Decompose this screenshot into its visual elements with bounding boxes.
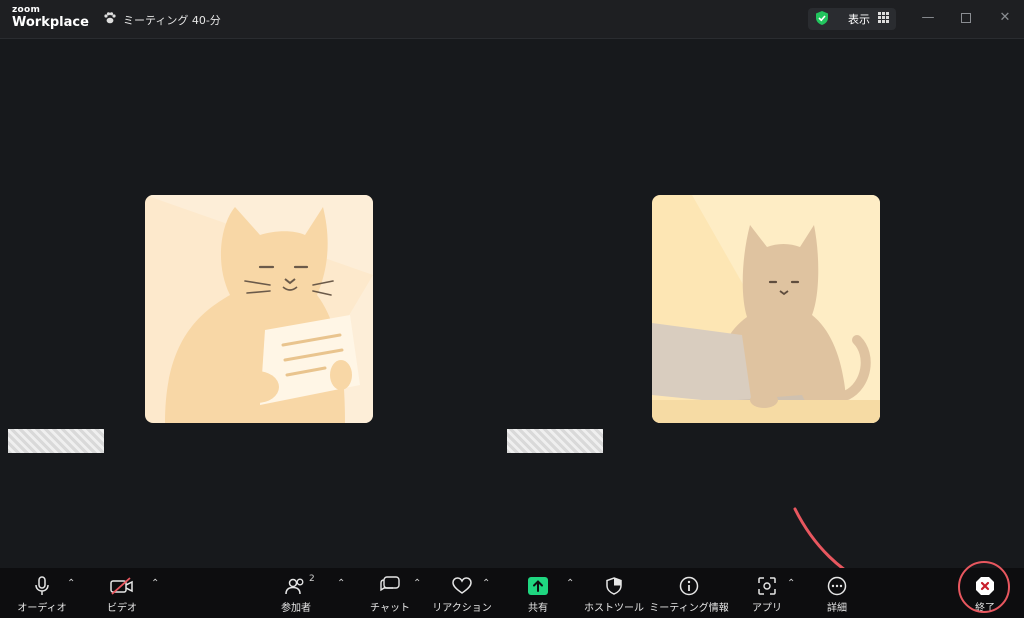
apps-icon (757, 574, 777, 597)
host-tools-label: ホストツール (584, 603, 644, 614)
meeting-title-text: ミーティング 40-分 (123, 13, 221, 27)
meeting-info-button[interactable]: ミーティング情報 (649, 574, 729, 614)
info-icon (679, 574, 699, 597)
microphone-icon (34, 574, 50, 597)
video-button[interactable]: ビデオ (102, 574, 142, 614)
cat-avatar-2 (652, 195, 880, 423)
audio-label: オーディオ (17, 603, 67, 614)
apps-button[interactable]: アプリ (752, 574, 782, 614)
cat-avatar-1 (145, 195, 373, 423)
chat-button[interactable]: チャット (370, 574, 410, 614)
more-label: 詳細 (827, 603, 847, 614)
participant-name-2 (507, 429, 603, 453)
meeting-title: ミーティング 40-分 (103, 11, 221, 28)
chat-options-caret[interactable]: ⌃ (413, 578, 421, 589)
more-icon (827, 574, 847, 597)
paw-icon (103, 11, 117, 28)
apps-label: アプリ (752, 603, 782, 614)
participants-icon (285, 574, 307, 597)
meeting-info-label: ミーティング情報 (649, 603, 729, 614)
apps-options-caret[interactable]: ⌃ (787, 578, 795, 589)
share-label: 共有 (528, 603, 548, 614)
audio-options-caret[interactable]: ⌃ (67, 578, 75, 589)
end-highlight-circle (958, 561, 1010, 613)
share-up-icon (528, 574, 548, 597)
maximize-icon[interactable] (958, 10, 974, 26)
participant-video-2[interactable] (652, 195, 880, 423)
shield-icon (814, 10, 830, 29)
audio-button[interactable]: オーディオ (17, 574, 67, 614)
view-button[interactable]: 表示 (808, 8, 896, 30)
title-bar: zoom Workplace ミーティング 40-分 表示 — ✕ (0, 0, 1024, 39)
zoom-logo-small: zoom (12, 5, 41, 15)
share-options-caret[interactable]: ⌃ (566, 578, 574, 589)
host-shield-icon (606, 574, 622, 597)
minimize-icon[interactable]: — (920, 10, 936, 26)
share-button[interactable]: 共有 (523, 574, 553, 614)
participant-video-1[interactable] (145, 195, 373, 423)
close-icon[interactable]: ✕ (997, 10, 1013, 26)
chat-icon (379, 574, 401, 597)
grid-icon (878, 12, 889, 26)
participants-options-caret[interactable]: ⌃ (337, 578, 345, 589)
more-button[interactable]: 詳細 (822, 574, 852, 614)
video-stage (0, 39, 1024, 605)
zoom-logo-workplace: Workplace (12, 15, 89, 30)
participants-count: 2 (309, 574, 315, 584)
host-tools-button[interactable]: ホストツール (584, 574, 644, 614)
video-off-icon (110, 574, 134, 597)
participants-label: 参加者 (281, 603, 311, 614)
heart-icon (452, 574, 472, 597)
video-options-caret[interactable]: ⌃ (151, 578, 159, 589)
reactions-label: リアクション (432, 603, 492, 614)
video-label: ビデオ (107, 603, 137, 614)
view-label: 表示 (848, 13, 870, 26)
chat-label: チャット (370, 603, 410, 614)
participant-name-1 (8, 429, 104, 453)
reactions-options-caret[interactable]: ⌃ (482, 578, 490, 589)
meeting-toolbar: オーディオ ⌃ ビデオ ⌃ 参加者 2 ⌃ チャット ⌃ リアクション ⌃ 共有… (0, 561, 1024, 618)
